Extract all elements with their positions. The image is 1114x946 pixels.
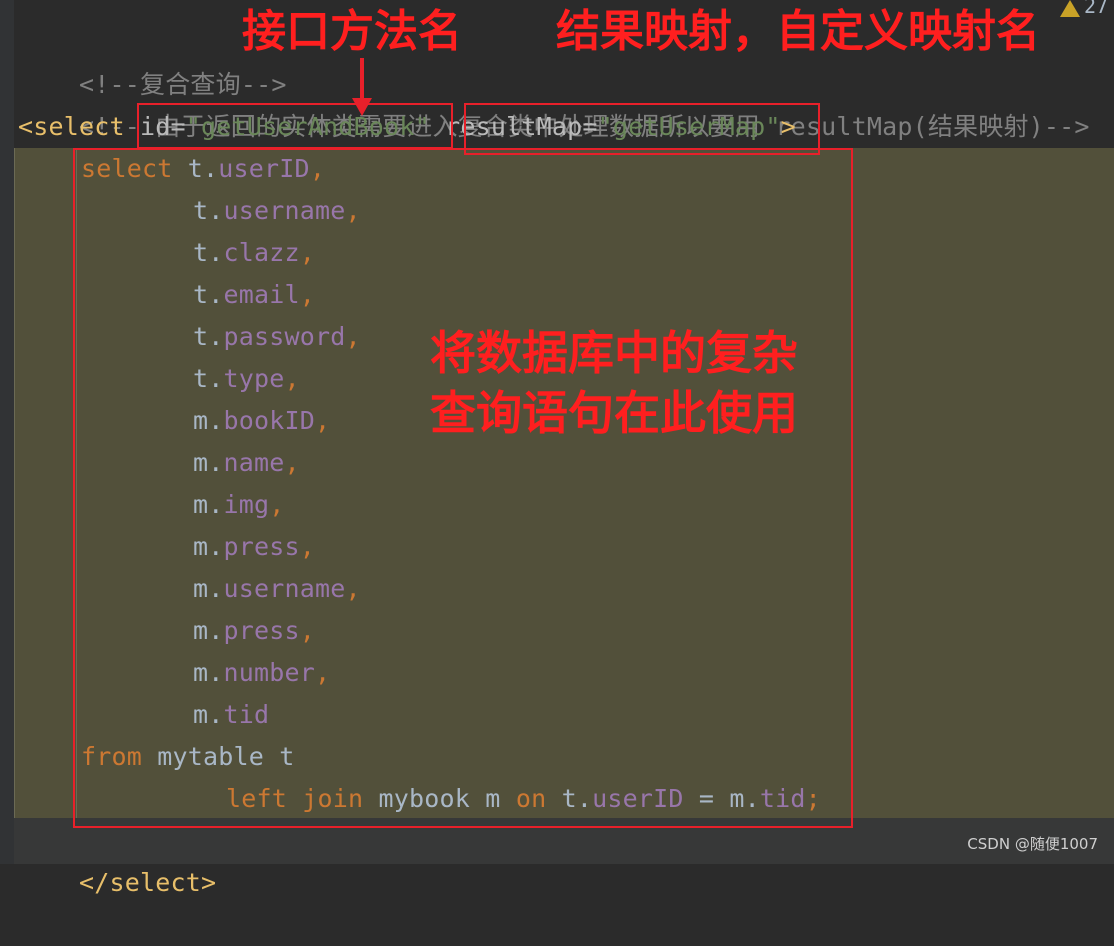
warning-count[interactable]: 27	[1084, 0, 1108, 18]
warning-icon[interactable]	[1060, 0, 1080, 17]
complex-query-annotation-line2: 查询语句在此使用	[430, 386, 798, 440]
complex-query-annotation-line1: 将数据库中的复杂	[430, 326, 798, 380]
id-highlight-box	[137, 103, 453, 149]
code-line-comment[interactable]: <!-- 由于返回的实体类需要进入复合类中处理数据所以要用 resultMap(…	[18, 64, 1090, 141]
select-close-tag: </select>	[79, 868, 217, 897]
annotation-arrow-head	[352, 98, 372, 116]
interface-method-annotation: 接口方法名	[242, 6, 462, 57]
csdn-watermark: CSDN @随便1007	[967, 835, 1098, 853]
editor-gutter	[0, 0, 14, 864]
indent-guide	[14, 148, 15, 818]
sql-highlight-box	[73, 148, 853, 828]
result-mapping-annotation: 结果映射，自定义映射名	[556, 6, 1040, 57]
select-open-tag: <select	[18, 112, 125, 141]
